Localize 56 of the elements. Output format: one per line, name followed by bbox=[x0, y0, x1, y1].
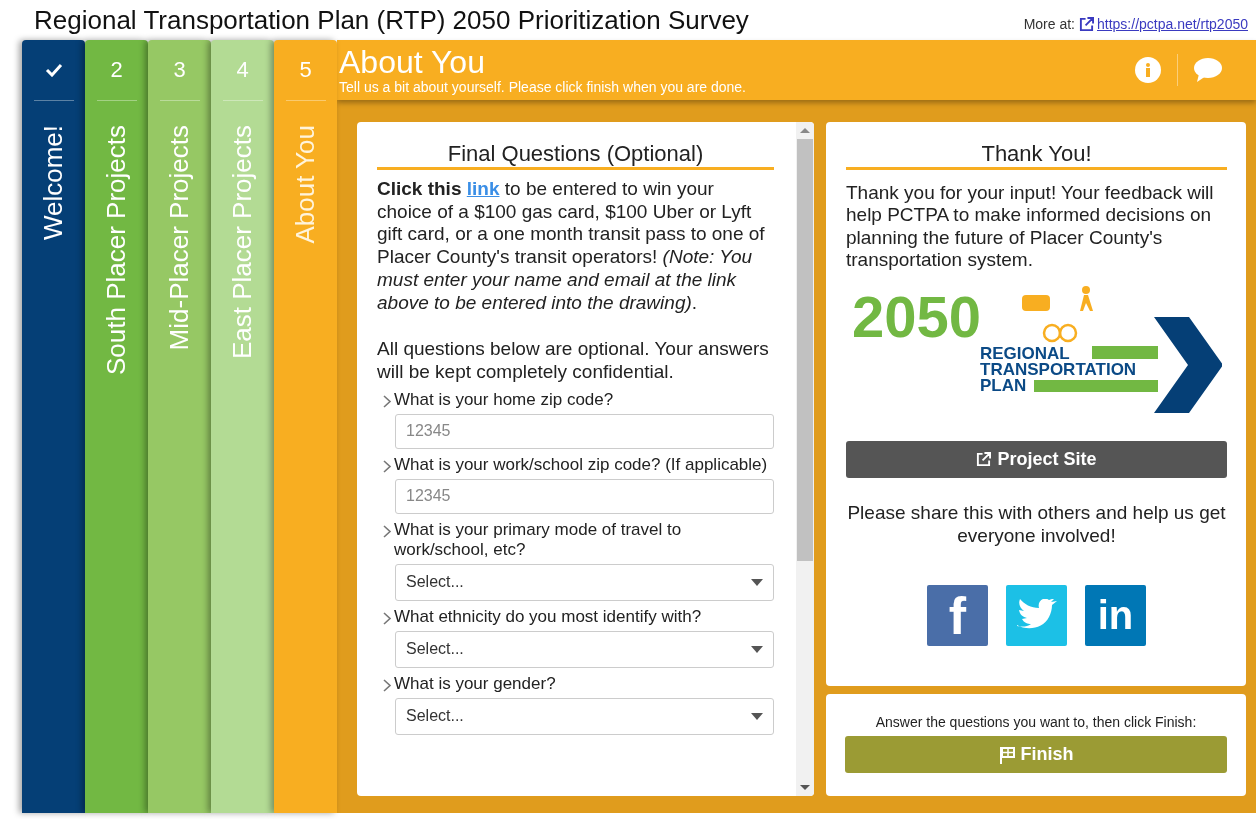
step-label: East Placer Projects bbox=[227, 125, 258, 360]
prize-paragraph: Click this link to be entered to win your choice of a $100 gas card, $100 Uber or Lyft gift card, or a one month transit pass to one of Placer County's transit operators! (Note: You must enter your name and email at the link above to be entered into the drawing). bbox=[377, 178, 766, 315]
step-label: About You bbox=[290, 125, 321, 244]
question-label: What is your gender? bbox=[394, 673, 557, 694]
step-number: 4 bbox=[236, 57, 249, 83]
finish-button[interactable]: Finish bbox=[845, 736, 1227, 773]
panel-title: About You bbox=[339, 45, 486, 79]
caret-icon bbox=[751, 645, 763, 653]
question-label: What ethnicity do you most identify with? bbox=[394, 606, 703, 627]
external-link-icon bbox=[976, 452, 992, 468]
question-label: What is your work/school zip code? (If applicable) bbox=[394, 454, 769, 475]
chevron-icon bbox=[383, 459, 392, 473]
external-link-icon bbox=[1079, 16, 1094, 32]
step-label: Welcome! bbox=[38, 125, 69, 241]
step-label: South Placer Projects bbox=[101, 125, 132, 375]
website-link[interactable]: https://pctpa.net/rtp2050 bbox=[1079, 16, 1248, 32]
select-dropdown[interactable]: Select... bbox=[395, 563, 774, 601]
zip-code-field[interactable]: 12345 bbox=[395, 413, 774, 449]
rtp-logo: 2050 REGIONAL TRANSPORTATION PLAN bbox=[852, 285, 1222, 416]
linkedin-share-button[interactable]: in bbox=[1085, 585, 1146, 647]
question-label: What is your primary mode of travel to work/school, etc? bbox=[394, 519, 683, 560]
select-dropdown[interactable]: Select... bbox=[395, 697, 774, 735]
caret-icon bbox=[751, 712, 763, 720]
finish-hint: Answer the questions you want to, then click Finish: bbox=[875, 714, 1197, 730]
chevron-icon bbox=[383, 678, 392, 692]
scrollbar[interactable] bbox=[796, 122, 814, 796]
select-dropdown[interactable]: Select... bbox=[395, 630, 774, 668]
card-heading: Final Questions (Optional) bbox=[377, 138, 774, 170]
twitter-share-button[interactable] bbox=[1006, 585, 1067, 647]
check-icon bbox=[44, 63, 63, 77]
step-number: 5 bbox=[299, 57, 312, 83]
facebook-share-button[interactable]: f bbox=[927, 585, 988, 647]
chevron-icon bbox=[383, 524, 392, 538]
chevron-icon bbox=[383, 394, 392, 408]
info-icon bbox=[1135, 57, 1161, 83]
chevron-icon bbox=[383, 611, 392, 625]
zip-code-field[interactable]: 12345 bbox=[395, 478, 774, 514]
step-label: Mid-Placer Projects bbox=[164, 125, 195, 351]
more-label: More at: bbox=[1023, 16, 1075, 32]
speech-bubble-icon bbox=[1194, 58, 1222, 82]
step-number: 2 bbox=[110, 57, 123, 83]
thank-you-text: Thank you for your input! Your feedback will help PCTPA to make informed decisions on planning the future of Placer County's transportation system. bbox=[846, 182, 1215, 272]
question-label: What is your home zip code? bbox=[394, 389, 615, 410]
project-site-button[interactable]: Project Site bbox=[846, 441, 1227, 479]
scroll-up-icon bbox=[800, 127, 810, 135]
page-title: Regional Transportation Plan (RTP) 2050 Prioritization Survey bbox=[34, 4, 749, 36]
panel-subtitle: Tell us a bit about yourself. Please click finish when you are done. bbox=[339, 79, 747, 95]
link[interactable]: link bbox=[466, 178, 500, 199]
caret-icon bbox=[751, 578, 763, 586]
privacy-note: All questions below are optional. Your answers will be kept completely confidential. bbox=[377, 338, 770, 384]
step-tab[interactable]: Welcome! bbox=[22, 40, 85, 813]
flag-icon bbox=[998, 745, 1015, 764]
share-text: Please share this with others and help us get everyone involved! bbox=[846, 502, 1227, 548]
card-heading: Thank You! bbox=[846, 138, 1227, 170]
step-number: 3 bbox=[173, 57, 186, 83]
scroll-down-icon bbox=[800, 783, 810, 791]
